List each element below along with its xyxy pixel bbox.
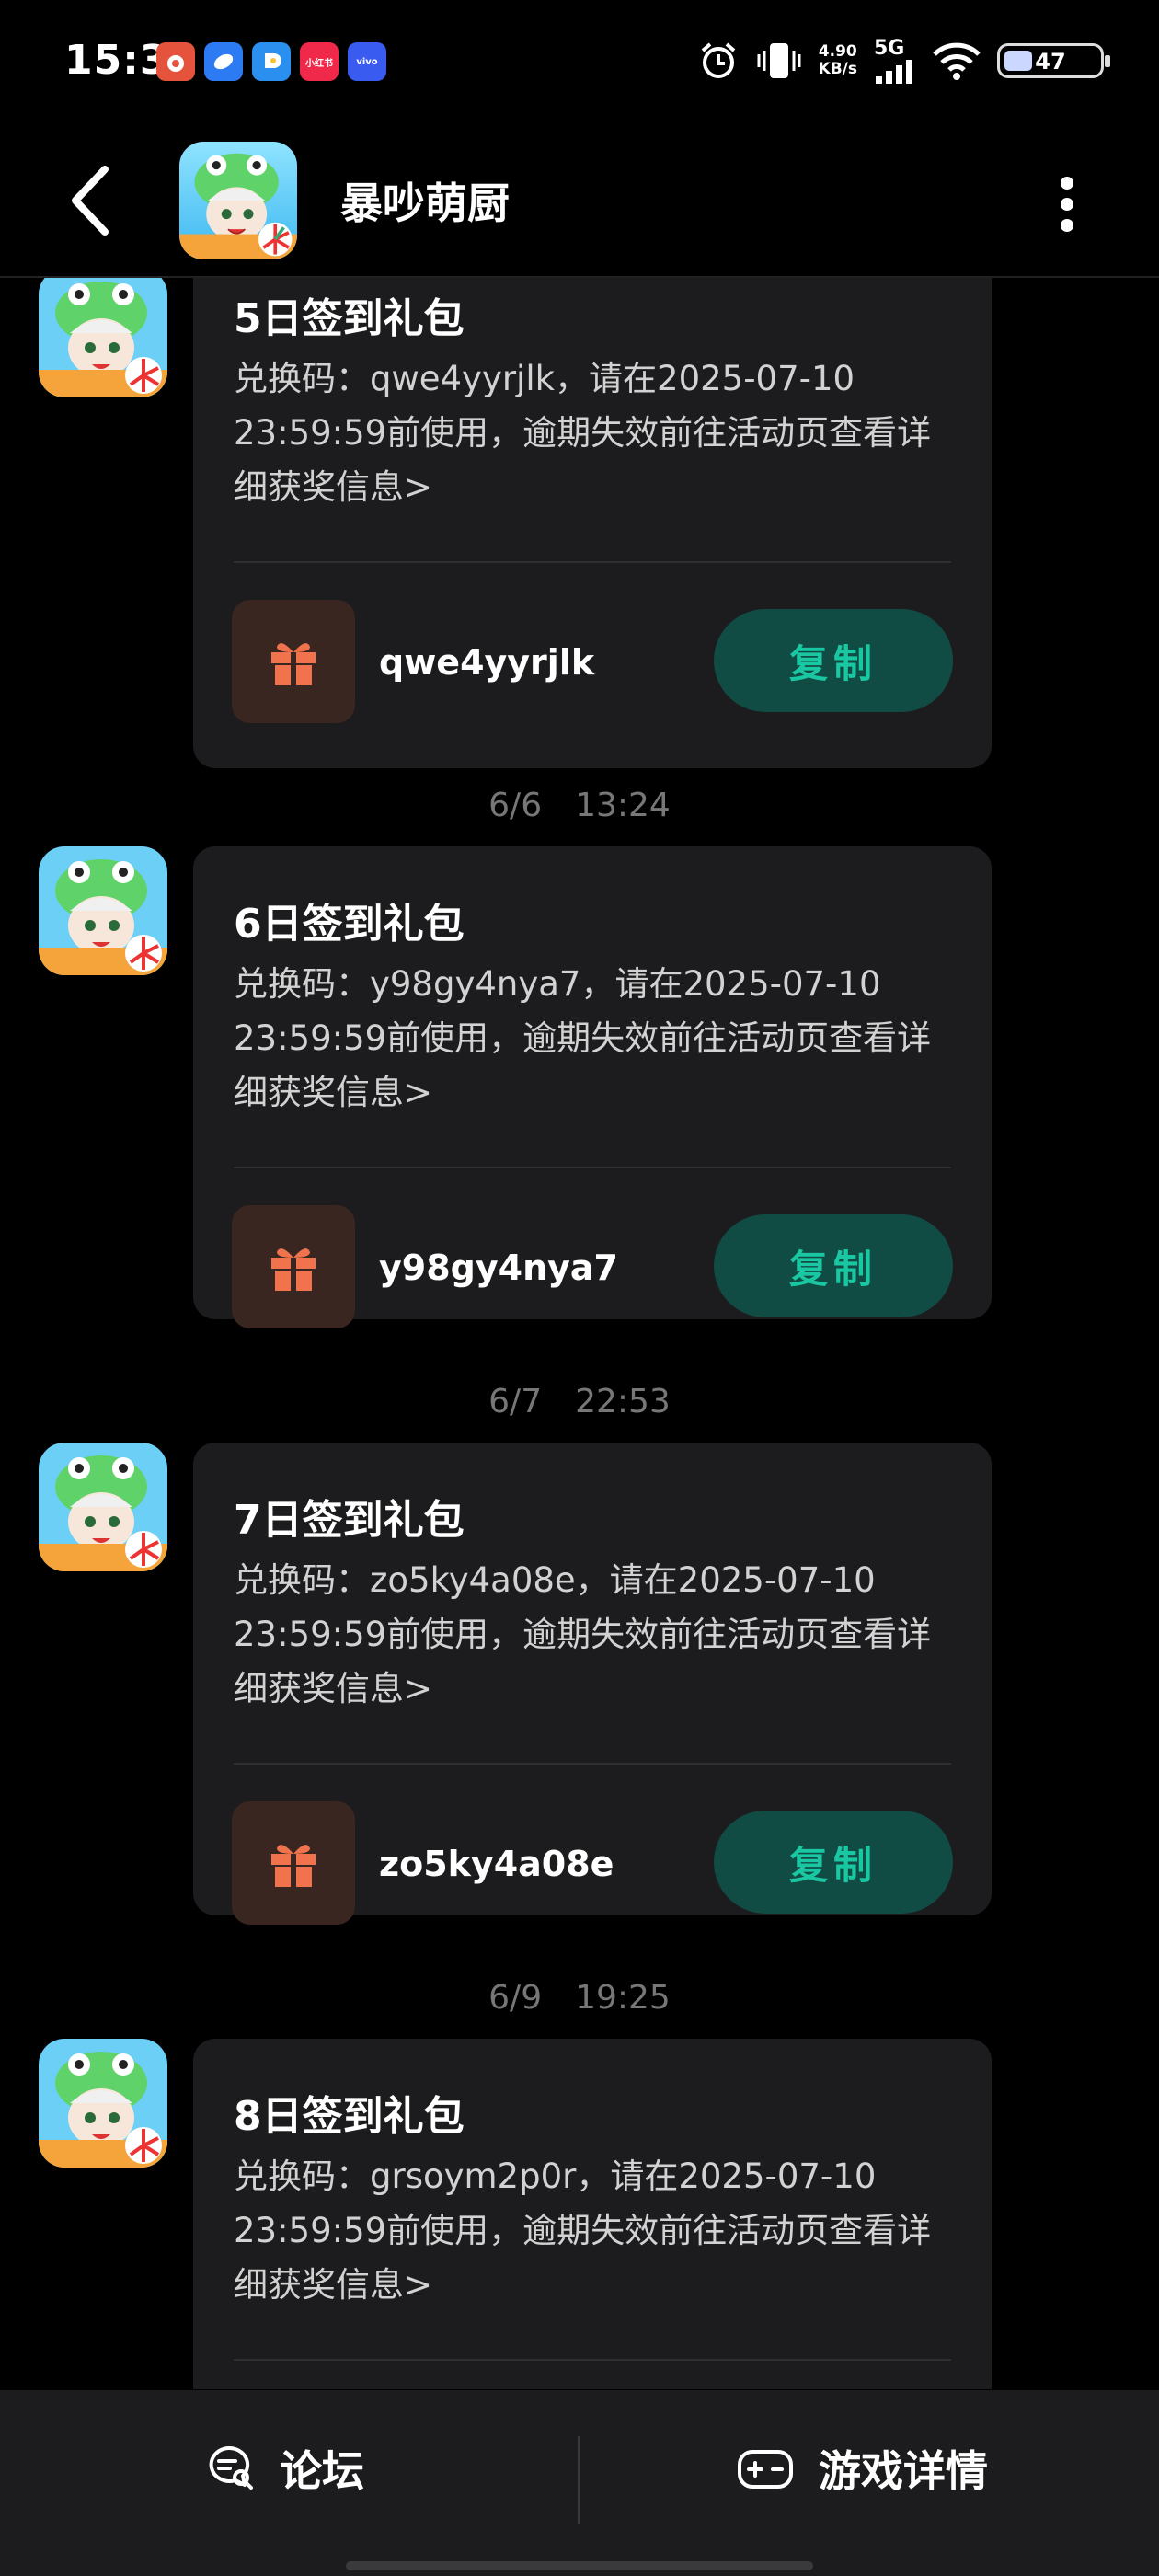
gift-icon (232, 600, 355, 723)
network-speed: 4.90 KB/s (818, 41, 857, 78)
forum-chat-icon (209, 2445, 253, 2490)
card-body[interactable]: 兑换码：qwe4yyrjlk，请在2025-07-10 23:59:59前使用，… (234, 351, 951, 514)
signal-icon (876, 60, 912, 84)
card-title: 6日签到礼包 (234, 901, 465, 948)
divider (234, 2359, 951, 2361)
copy-button[interactable]: 复制 (714, 1811, 953, 1914)
message-card: 8日签到礼包 兑换码：grsoym2p0r，请在2025-07-10 23:59… (193, 2039, 992, 2389)
forum-label: 论坛 (280, 2446, 364, 2496)
game-avatar[interactable] (179, 142, 297, 259)
redeem-code: y98gy4nya7 (379, 1248, 618, 1288)
vibrate-icon (757, 42, 801, 78)
wifi-icon (933, 42, 981, 80)
game-app-icon (156, 42, 195, 81)
alarm-icon (701, 41, 735, 78)
message-card: 6日签到礼包 兑换码：y98gy4nya7，请在2025-07-10 23:59… (193, 846, 992, 1328)
back-arrow-icon[interactable] (64, 164, 120, 237)
card-title: 5日签到礼包 (234, 295, 465, 342)
game-details-tab[interactable]: 游戏详情 (736, 2438, 988, 2499)
redeem-code: qwe4yyrjlk (379, 642, 595, 683)
assistant-app-icon (252, 42, 291, 81)
card-title: 8日签到礼包 (234, 2093, 465, 2140)
speed-unit: KB/s (818, 59, 857, 78)
forum-tab[interactable]: 论坛 (204, 2438, 364, 2499)
game-avatar[interactable] (39, 278, 167, 397)
bottom-nav-bar: 论坛 游戏详情 (0, 2390, 1159, 2576)
gift-icon (232, 1205, 355, 1328)
game-avatar[interactable] (39, 846, 167, 975)
copy-button[interactable]: 复制 (714, 609, 953, 712)
battery-indicator: 47 (997, 42, 1110, 78)
game-avatar[interactable] (39, 1443, 167, 1571)
timestamp: 6/9 19:25 (488, 1979, 671, 2017)
game-avatar[interactable] (39, 2039, 167, 2168)
divider (234, 1167, 951, 1168)
card-body[interactable]: 兑换码：zo5ky4a08e，请在2025-07-10 23:59:59前使用，… (234, 1553, 951, 1716)
vivo-app-icon: vivo (348, 42, 386, 81)
gamepad-icon (738, 2450, 793, 2489)
card-body[interactable]: 兑换码：grsoym2p0r，请在2025-07-10 23:59:59前使用，… (234, 2149, 951, 2312)
network-type: 5G (874, 37, 905, 60)
blue-app-icon (204, 42, 243, 81)
more-options-icon[interactable] (1049, 177, 1085, 232)
status-bar: 15:31 小红书 vivo 4.90 KB/s 5G 47 (0, 0, 1159, 129)
copy-button[interactable]: 复制 (714, 1214, 953, 1317)
game-details-label: 游戏详情 (819, 2446, 988, 2496)
battery-level: 47 (1035, 48, 1066, 75)
notification-icons: 小红书 vivo (156, 42, 386, 81)
page-title: 暴吵萌厨 (340, 178, 510, 228)
xiaohongshu-app-icon: 小红书 (300, 42, 339, 81)
divider (234, 561, 951, 563)
redeem-code: zo5ky4a08e (379, 1844, 614, 1884)
divider (234, 1763, 951, 1765)
top-app-bar: 暴吵萌厨 (0, 129, 1159, 278)
message-card: 5日签到礼包 兑换码：qwe4yyrjlk，请在2025-07-10 23:59… (193, 278, 992, 768)
card-title: 7日签到礼包 (234, 1497, 465, 1544)
gift-icon (232, 1801, 355, 1925)
home-indicator[interactable] (346, 2561, 813, 2570)
message-list[interactable]: 5日签到礼包 兑换码：qwe4yyrjlk，请在2025-07-10 23:59… (0, 278, 1159, 2389)
timestamp: 6/6 13:24 (488, 787, 671, 824)
timestamp: 6/7 22:53 (488, 1383, 671, 1420)
card-body[interactable]: 兑换码：y98gy4nya7，请在2025-07-10 23:59:59前使用，… (234, 957, 951, 1120)
speed-value: 4.90 (818, 41, 857, 61)
message-card: 7日签到礼包 兑换码：zo5ky4a08e，请在2025-07-10 23:59… (193, 1443, 992, 1925)
divider (578, 2436, 580, 2524)
